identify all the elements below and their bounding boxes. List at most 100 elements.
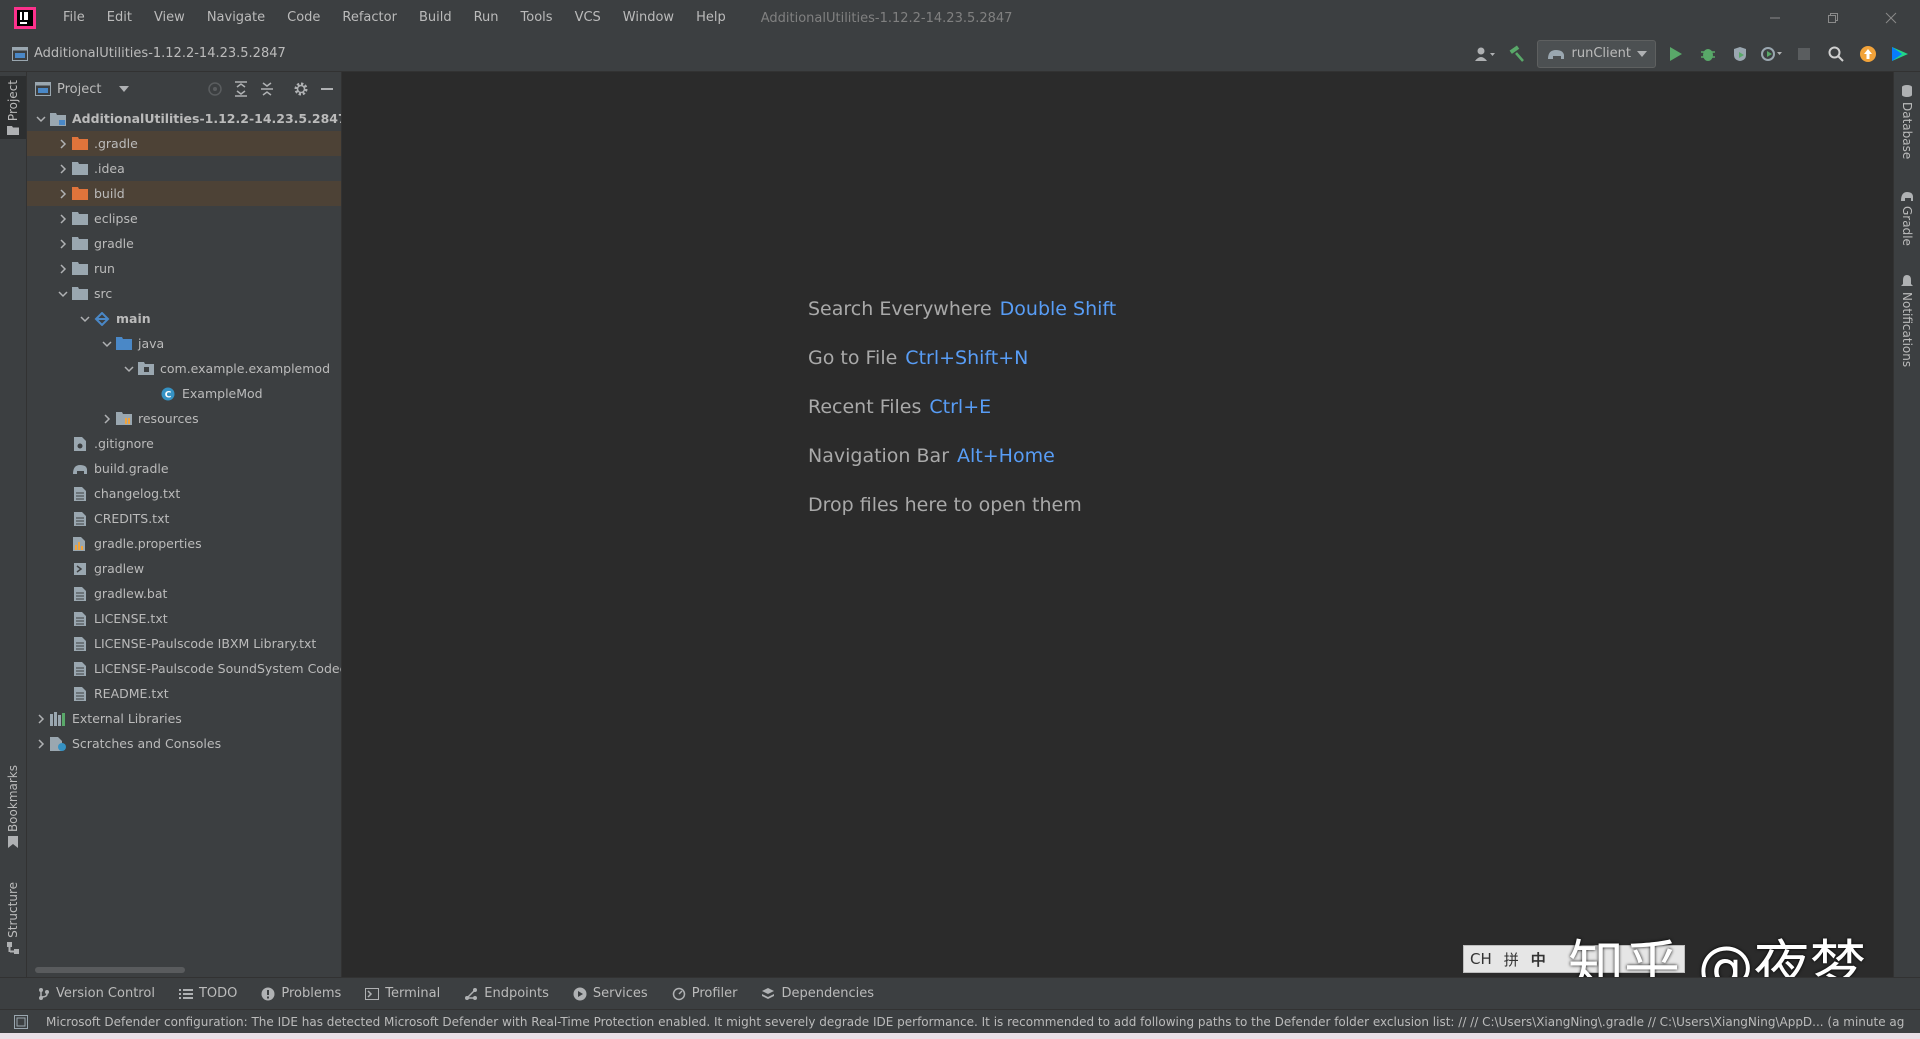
tree-item[interactable]: .gradle [27,131,341,156]
tree-item[interactable]: AdditionalUtilities-1.12.2-14.23.5.2847D… [27,106,341,131]
locate-file-icon[interactable] [207,81,223,97]
tab-terminal[interactable]: Terminal [365,986,440,1001]
tree-item[interactable]: main [27,306,341,331]
tree-item[interactable]: resources [27,406,341,431]
tree-item[interactable]: changelog.txt [27,481,341,506]
tree-item[interactable]: External Libraries [27,706,341,731]
menu-help[interactable]: Help [685,0,737,36]
tree-item[interactable]: LICENSE-Paulscode IBXM Library.txt [27,631,341,656]
user-icon[interactable] [1473,42,1497,66]
intellij-logo-icon[interactable] [12,6,38,30]
tree-item[interactable]: gradle.properties [27,531,341,556]
notifications-tool-button[interactable]: Notifications [1894,274,1920,367]
coverage-icon[interactable] [1728,42,1752,66]
gear-icon[interactable] [293,81,309,97]
tree-item[interactable]: .idea [27,156,341,181]
tree-item[interactable]: gradlew.bat [27,581,341,606]
menu-tools[interactable]: Tools [510,0,564,36]
chevron-right-icon[interactable] [55,261,71,277]
debug-icon[interactable] [1696,42,1720,66]
tree-item[interactable]: gradle [27,231,341,256]
navigation-toolbar: AdditionalUtilities-1.12.2-14.23.5.2847 … [0,36,1920,72]
project-view-selector[interactable]: Project [35,82,130,97]
tree-item[interactable]: Scratches and Consoles [27,731,341,756]
tab-endpoints[interactable]: Endpoints [464,986,549,1001]
chevron-down-icon[interactable] [55,286,71,302]
editor-empty-area[interactable]: Search Everywhere Double Shift Go to File C… [342,72,1893,977]
scratches-icon [49,736,67,752]
menu-build[interactable]: Build [408,0,463,36]
tab-dependencies[interactable]: Dependencies [761,986,874,1001]
tree-item[interactable]: build.gradle [27,456,341,481]
close-window-button[interactable] [1862,0,1920,36]
search-icon[interactable] [1824,42,1848,66]
structure-tool-label: Structure [6,882,20,938]
profile-icon[interactable] [1760,42,1784,66]
tree-item[interactable]: C ExampleMod [27,381,341,406]
run-icon[interactable] [1664,42,1688,66]
tree-item[interactable]: com.example.examplemod [27,356,341,381]
update-icon[interactable] [1856,42,1880,66]
stop-icon[interactable] [1792,42,1816,66]
collapse-all-icon[interactable] [259,81,275,97]
menu-vcs[interactable]: VCS [564,0,612,36]
tab-todo[interactable]: TODO [178,986,237,1001]
tree-item[interactable]: README.txt [27,681,341,706]
tree-item[interactable]: build [27,181,341,206]
expand-all-icon[interactable] [233,81,249,97]
jetbrains-toolbox-icon[interactable] [1888,42,1912,66]
project-tool-button[interactable]: Project [0,76,26,140]
gradle-tool-button[interactable]: Gradle [1894,190,1920,246]
tab-version-control[interactable]: Version Control [38,986,155,1001]
bookmarks-tool-button[interactable]: Bookmarks [0,765,26,849]
tree-item[interactable]: src [27,281,341,306]
menu-code[interactable]: Code [276,0,331,36]
chevron-right-icon[interactable] [55,161,71,177]
tree-item-label: eclipse [94,211,138,226]
menu-view[interactable]: View [143,0,196,36]
tree-item-label: LICENSE-Paulscode SoundSystem Codec [94,661,341,676]
horizontal-scrollbar[interactable] [35,967,185,973]
tree-item[interactable]: gradlew [27,556,341,581]
chevron-down-icon[interactable] [121,361,137,377]
chevron-right-icon[interactable] [55,211,71,227]
tree-item[interactable]: java [27,331,341,356]
menu-window[interactable]: Window [612,0,685,36]
tab-services[interactable]: Services [573,986,648,1001]
database-tool-button[interactable]: Database [1894,84,1920,159]
tab-problems[interactable]: Problems [261,986,341,1001]
profiler-icon [672,987,686,1001]
chevron-down-icon[interactable] [77,311,93,327]
tab-profiler[interactable]: Profiler [672,986,737,1001]
status-message[interactable]: Microsoft Defender configuration: The ID… [46,1015,1904,1029]
tree-item[interactable]: eclipse [27,206,341,231]
build-hammer-icon[interactable] [1505,42,1529,66]
project-window-icon [35,82,51,96]
menu-refactor[interactable]: Refactor [331,0,408,36]
restore-button[interactable] [1804,0,1862,36]
chevron-right-icon[interactable] [33,711,49,727]
menu-edit[interactable]: Edit [96,0,143,36]
tree-item[interactable]: LICENSE-Paulscode SoundSystem Codec [27,656,341,681]
menu-run[interactable]: Run [463,0,510,36]
git-file-icon [71,436,89,452]
structure-tool-button[interactable]: Structure [0,882,26,954]
tool-window-toggle-icon[interactable] [14,1015,28,1029]
menu-navigate[interactable]: Navigate [196,0,276,36]
tree-item[interactable]: run [27,256,341,281]
tree-item[interactable]: CREDITS.txt [27,506,341,531]
chevron-down-icon[interactable] [33,111,49,127]
chevron-down-icon[interactable] [99,336,115,352]
run-configuration-selector[interactable]: runClient [1536,39,1656,68]
hide-panel-icon[interactable] [319,81,335,97]
chevron-right-icon[interactable] [33,736,49,752]
chevron-right-icon[interactable] [55,186,71,202]
chevron-right-icon[interactable] [55,236,71,252]
chevron-right-icon[interactable] [55,136,71,152]
chevron-right-icon[interactable] [99,411,115,427]
minimize-button[interactable] [1746,0,1804,36]
tree-item[interactable]: LICENSE.txt [27,606,341,631]
breadcrumb-project[interactable]: AdditionalUtilities-1.12.2-14.23.5.2847 [34,46,286,61]
menu-file[interactable]: File [52,0,96,36]
tree-item[interactable]: .gitignore [27,431,341,456]
